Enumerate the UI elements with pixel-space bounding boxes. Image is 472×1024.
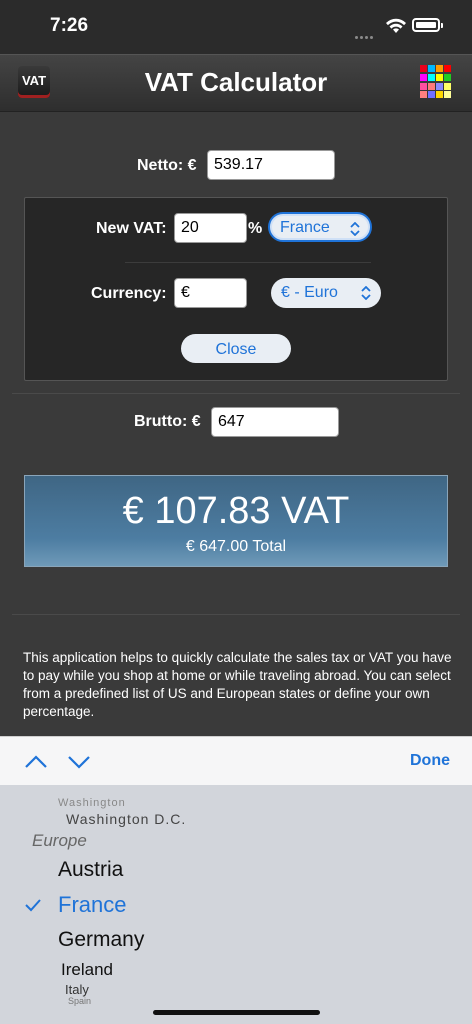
result-panel: € 107.83 VAT € 647.00 Total xyxy=(24,475,448,567)
country-picker[interactable]: Washington Washington D.C. Europe Austri… xyxy=(0,785,472,1024)
brutto-input[interactable] xyxy=(211,407,339,437)
currency-input[interactable] xyxy=(174,278,247,308)
total-amount: € 647.00 Total xyxy=(185,538,287,555)
chevron-updown-icon xyxy=(350,222,360,236)
chevron-down-icon[interactable] xyxy=(67,752,91,772)
picker-item[interactable]: Washington xyxy=(58,797,126,809)
panel-divider xyxy=(125,262,371,263)
color-palette-icon[interactable] xyxy=(420,65,454,99)
percent-sign: % xyxy=(248,220,263,237)
page-title: VAT Calculator xyxy=(144,67,328,97)
input-toolbar: Done xyxy=(0,736,472,786)
currency-select-value: € - Euro xyxy=(281,284,338,301)
vat-amount: € 107.83 VAT xyxy=(122,490,350,532)
picker-item[interactable]: Austria xyxy=(58,858,123,882)
signal-dots-icon xyxy=(355,26,377,39)
picker-item[interactable]: Washington D.C. xyxy=(66,811,186,827)
netto-input[interactable] xyxy=(207,150,335,180)
battery-icon xyxy=(412,18,440,32)
chevron-updown-icon xyxy=(361,286,371,300)
new-vat-label: New VAT: xyxy=(96,220,167,237)
checkmark-icon xyxy=(25,899,41,912)
home-indicator xyxy=(153,1010,320,1015)
picker-item[interactable]: Spain xyxy=(68,996,91,1006)
done-button[interactable]: Done xyxy=(410,752,450,770)
picker-item[interactable]: Ireland xyxy=(61,960,113,980)
new-vat-input[interactable] xyxy=(174,213,247,243)
netto-label: Netto: € xyxy=(137,157,197,174)
picker-item[interactable]: Italy xyxy=(65,982,89,997)
close-button[interactable]: Close xyxy=(181,334,291,363)
battery-tip xyxy=(441,23,443,28)
currency-select[interactable]: € - Euro xyxy=(271,278,381,308)
brutto-label: Brutto: € xyxy=(134,413,201,430)
picker-item[interactable]: Germany xyxy=(58,928,144,952)
chevron-up-icon[interactable] xyxy=(24,752,48,772)
wifi-icon xyxy=(386,18,406,33)
currency-label: Currency: xyxy=(91,285,167,302)
status-time: 7:26 xyxy=(50,15,89,36)
status-bar: 7:26 xyxy=(0,0,472,54)
nav-bar: VAT VAT Calculator xyxy=(0,54,472,112)
app-description: This application helps to quickly calcul… xyxy=(23,650,452,719)
separator xyxy=(12,393,460,394)
picker-group-label: Europe xyxy=(32,831,87,850)
country-select-value: France xyxy=(280,219,330,236)
separator xyxy=(12,614,460,615)
picker-item-selected[interactable]: France xyxy=(58,892,126,918)
country-select[interactable]: France xyxy=(268,212,372,242)
